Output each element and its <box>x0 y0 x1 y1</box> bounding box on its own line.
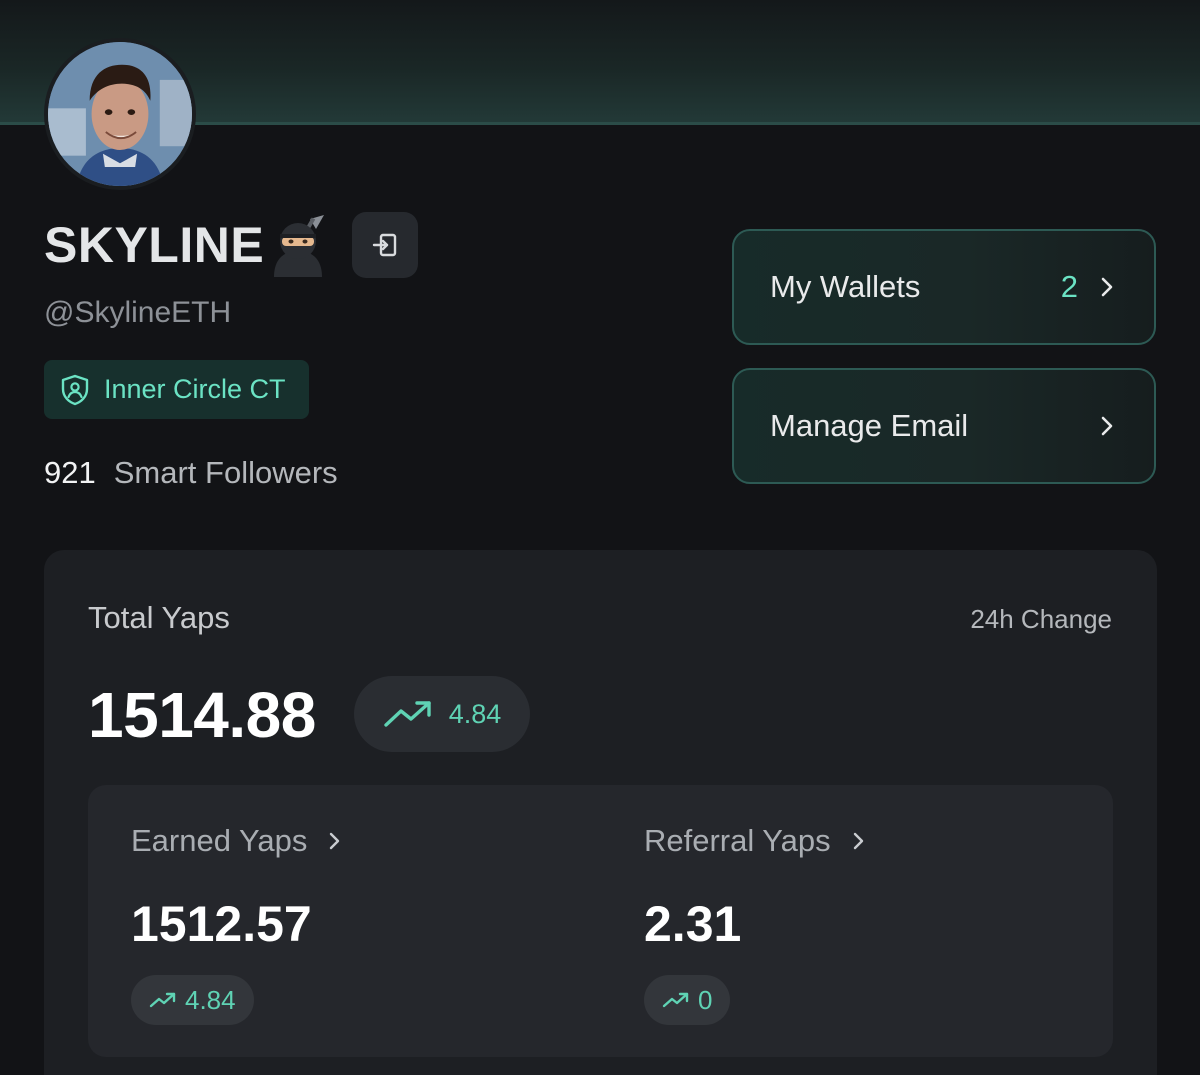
followers-count: 921 <box>44 455 96 490</box>
referral-yaps-link[interactable]: Referral Yaps <box>644 823 867 859</box>
yaps-card: Total Yaps 24h Change 1514.88 4.84 Earne… <box>44 550 1157 1075</box>
followers-label: Smart Followers <box>113 455 338 490</box>
logout-icon <box>373 233 397 257</box>
referral-yaps-label: Referral Yaps <box>644 823 831 858</box>
profile-page: SKYLINE @SkylineETH Inner Circle CT 921 … <box>0 0 1200 1075</box>
logout-button[interactable] <box>352 212 419 278</box>
manage-email-button[interactable]: Manage Email <box>732 368 1156 484</box>
referral-yaps-value: 2.31 <box>644 896 742 952</box>
shield-user-icon <box>61 374 89 405</box>
user-handle: @SkylineETH <box>44 296 232 329</box>
trend-up-icon <box>149 992 176 1008</box>
inner-circle-badge[interactable]: Inner Circle CT <box>44 360 309 419</box>
wallets-count: 2 <box>1060 269 1078 304</box>
earned-yaps-label: Earned Yaps <box>131 823 308 858</box>
trend-up-icon <box>384 701 431 727</box>
earned-yaps-value: 1512.57 <box>131 896 312 952</box>
chevron-right-icon <box>1101 416 1113 436</box>
total-change-value: 4.84 <box>448 698 502 729</box>
avatar-image <box>48 42 192 186</box>
total-yaps-value: 1514.88 <box>88 679 316 751</box>
chevron-right-icon <box>853 832 863 850</box>
referral-change-chip: 0 <box>644 975 731 1025</box>
display-name: SKYLINE <box>44 217 265 273</box>
total-yaps-title: Total Yaps <box>88 600 230 635</box>
badge-label: Inner Circle CT <box>104 374 286 404</box>
ninja-emoji-icon <box>266 213 330 277</box>
total-change-chip: 4.84 <box>354 676 530 752</box>
change-period-label: 24h Change <box>970 604 1112 634</box>
earned-change-value: 4.84 <box>185 984 236 1015</box>
smart-followers[interactable]: 921 Smart Followers <box>44 455 338 491</box>
my-wallets-label: My Wallets <box>770 269 921 304</box>
my-wallets-button[interactable]: My Wallets 2 <box>732 229 1156 345</box>
earned-change-chip: 4.84 <box>131 975 254 1025</box>
referral-change-value: 0 <box>698 984 713 1015</box>
avatar[interactable] <box>44 38 196 190</box>
chevron-right-icon <box>1101 277 1113 297</box>
name-row: SKYLINE <box>44 212 419 278</box>
trend-up-icon <box>662 992 689 1008</box>
manage-email-label: Manage Email <box>770 408 969 443</box>
yaps-breakdown: Earned Yaps 1512.57 4.84 Referral Yaps 2… <box>88 785 1113 1057</box>
earned-yaps-link[interactable]: Earned Yaps <box>131 823 343 859</box>
chevron-right-icon <box>330 832 340 850</box>
